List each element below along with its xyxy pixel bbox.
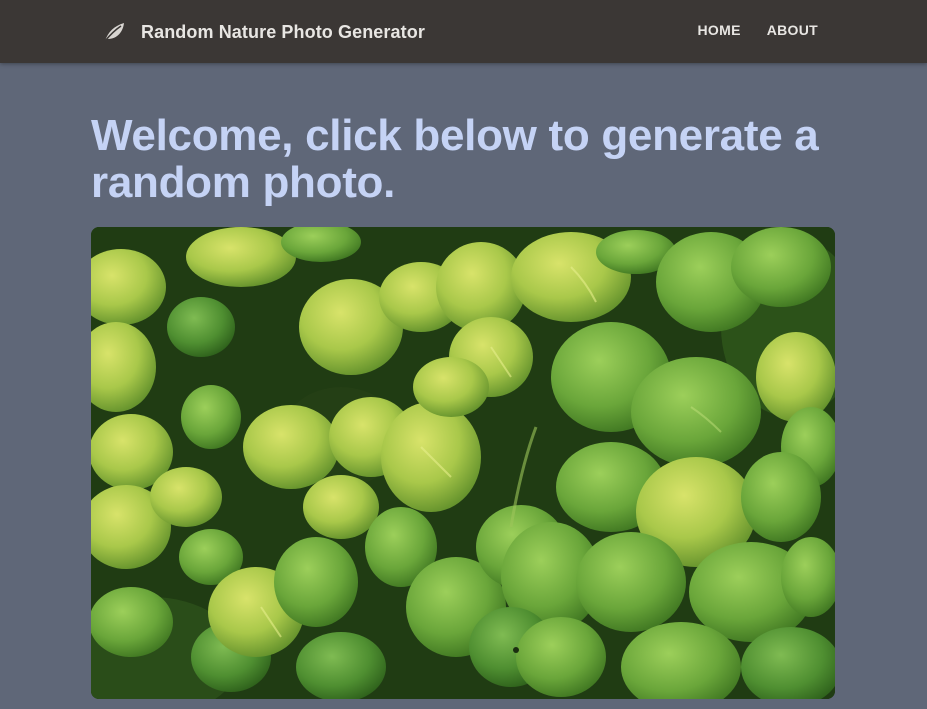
nav-home-link[interactable]: HOME bbox=[698, 22, 741, 38]
brand-link[interactable]: Random Nature Photo Generator bbox=[102, 19, 425, 45]
nav-about-link[interactable]: ABOUT bbox=[767, 22, 818, 38]
top-navbar: Random Nature Photo Generator HOME ABOUT bbox=[0, 0, 927, 63]
leaf-icon bbox=[102, 20, 126, 44]
page-headline: Welcome, click below to generate a rando… bbox=[91, 111, 819, 207]
brand-title: Random Nature Photo Generator bbox=[141, 21, 425, 42]
nav-links: HOME ABOUT bbox=[672, 22, 818, 38]
random-photo[interactable] bbox=[91, 227, 835, 699]
